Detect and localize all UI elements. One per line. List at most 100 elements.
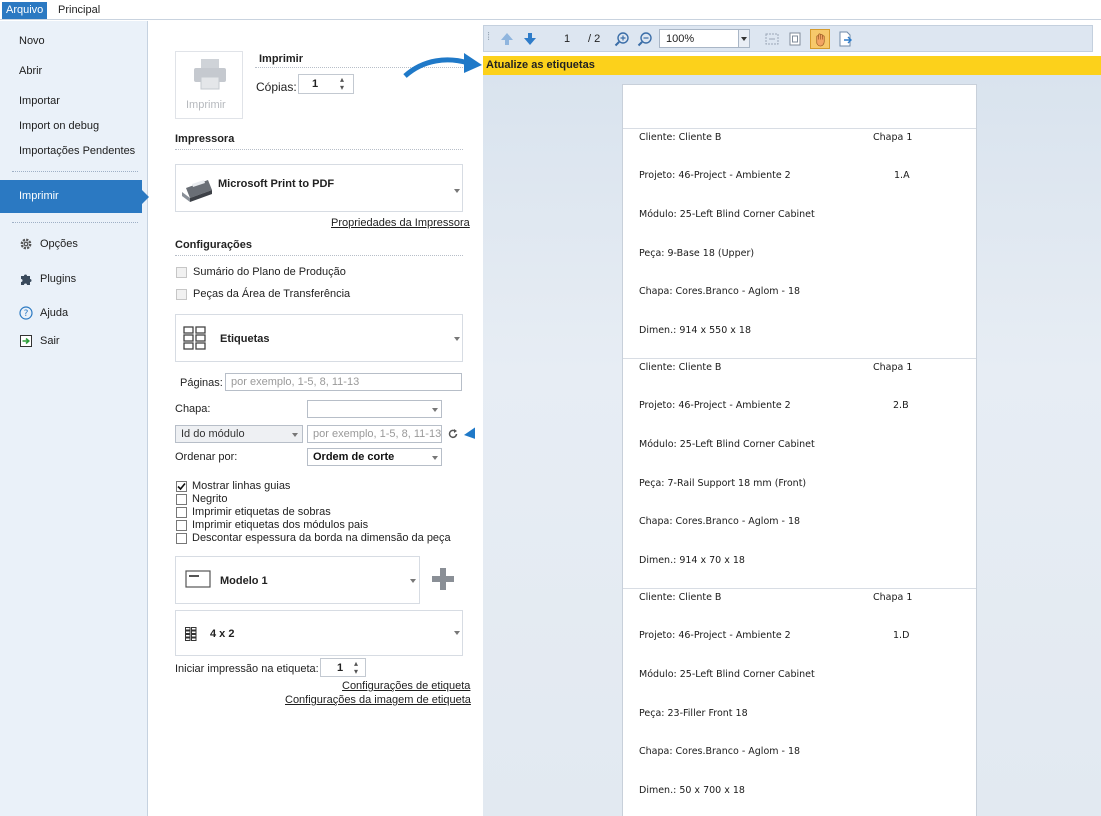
- update-labels-banner[interactable]: Atualize as etiquetas: [483, 56, 1101, 75]
- puzzle-icon: [21, 274, 32, 285]
- checkbox-edge-thickness-label: Descontar espessura da borda na dimensão…: [192, 532, 451, 544]
- checkbox-bold[interactable]: [176, 494, 187, 505]
- config-section-title: Configurações: [175, 239, 253, 251]
- start-label-value: 1: [337, 662, 344, 674]
- pages-input[interactable]: por exemplo, 1-5, 8, 11-13: [225, 373, 462, 391]
- divider: [175, 149, 463, 150]
- fit-page-icon[interactable]: [787, 31, 803, 47]
- label-sheet-number: Chapa 1: [873, 132, 913, 143]
- label-part: Peça: 9-Base 18 (Upper): [639, 248, 755, 259]
- fit-width-icon[interactable]: [764, 31, 780, 47]
- label-image-settings-link[interactable]: Configurações da imagem de etiqueta: [285, 694, 471, 706]
- checkbox-guide-lines-label: Mostrar linhas guias: [192, 480, 291, 492]
- printer-name: Microsoft Print to PDF: [218, 178, 335, 190]
- nav-item-novo[interactable]: Novo: [0, 29, 148, 53]
- nav-item-abrir[interactable]: Abrir: [0, 59, 148, 83]
- zoom-out-icon[interactable]: [637, 31, 653, 47]
- copies-stepper[interactable]: 1 ▴ ▾: [298, 74, 354, 94]
- chapa-label: Chapa:: [175, 403, 211, 415]
- nav-item-plugins[interactable]: Plugins: [0, 267, 148, 291]
- chevron-down-icon: [292, 433, 298, 437]
- checkbox-leftovers[interactable]: [176, 507, 187, 518]
- module-filter-value: Id do módulo: [181, 428, 245, 440]
- checkbox-parent-modules[interactable]: [176, 520, 187, 531]
- checkmark-icon: [177, 482, 186, 491]
- chapa-select[interactable]: [307, 400, 442, 418]
- label-module: Módulo: 25-Left Blind Corner Cabinet: [639, 439, 815, 450]
- checkbox-guide-lines[interactable]: [176, 481, 187, 492]
- order-select[interactable]: Ordem de corte: [307, 448, 442, 466]
- nav-item-imprimir[interactable]: Imprimir: [0, 180, 149, 213]
- hand-icon: [816, 33, 825, 47]
- label-sheet: Chapa: Cores.Branco - Aglom - 18: [639, 516, 801, 527]
- copies-label: Cópias:: [256, 80, 297, 94]
- chevron-down-icon: [454, 631, 460, 635]
- label-model-select[interactable]: Modelo 1: [175, 556, 420, 604]
- label-separator: [623, 128, 976, 129]
- nav-item-ajuda[interactable]: ? Ajuda: [0, 301, 148, 325]
- arrow-up-icon[interactable]: [499, 31, 515, 47]
- printer-select[interactable]: Microsoft Print to PDF: [175, 164, 463, 212]
- label-settings-link[interactable]: Configurações de etiqueta: [342, 680, 470, 692]
- checkbox-bold-label: Negrito: [192, 493, 228, 505]
- nav-item-sair[interactable]: Sair: [0, 329, 148, 353]
- print-button[interactable]: Imprimir: [175, 51, 243, 119]
- tab-arquivo[interactable]: Arquivo: [2, 2, 48, 19]
- checkbox-clipboard-parts[interactable]: [176, 289, 187, 300]
- print-button-label: Imprimir: [186, 99, 226, 111]
- chevron-down-icon: [410, 579, 416, 583]
- chevron-down-icon: [741, 37, 747, 41]
- nav-item-import-on-debug[interactable]: Import on debug: [0, 114, 148, 138]
- label-client: Cliente: Cliente B: [639, 592, 722, 603]
- hand-tool-button[interactable]: [810, 29, 830, 49]
- export-icon[interactable]: [837, 31, 853, 47]
- arrow-down-icon[interactable]: [522, 31, 538, 47]
- annotation-arrow-icon: [403, 53, 482, 78]
- printer-properties-link[interactable]: Propriedades da Impressora: [331, 217, 470, 229]
- nav-divider: [12, 222, 138, 223]
- tab-principal[interactable]: Principal: [54, 2, 104, 19]
- exit-icon: [20, 335, 32, 347]
- label-layout-select[interactable]: 4 x 2: [175, 610, 463, 656]
- zoom-in-icon[interactable]: [614, 31, 630, 47]
- checkbox-edge-thickness[interactable]: [176, 533, 187, 544]
- page-current[interactable]: 1: [564, 33, 570, 45]
- refresh-icon[interactable]: [447, 428, 459, 440]
- checkbox-summary[interactable]: [176, 267, 187, 278]
- module-filter-select[interactable]: Id do módulo: [175, 425, 303, 443]
- grid-layout-icon: [185, 627, 197, 641]
- zoom-dropdown-button[interactable]: [738, 29, 750, 48]
- label-project: Projeto: 46-Project - Ambiente 2: [639, 630, 791, 641]
- label-project: Projeto: 46-Project - Ambiente 2: [639, 400, 791, 411]
- label-template-icon: [185, 570, 211, 588]
- label-page: Cliente: Cliente B Chapa 1 Projeto: 46-P…: [622, 84, 977, 816]
- pages-label: Páginas:: [180, 377, 223, 389]
- label-client: Cliente: Cliente B: [639, 362, 722, 373]
- nav-item-label: Sair: [40, 335, 60, 347]
- ribbon-tabs: Arquivo Principal: [0, 0, 1101, 20]
- printer-device-icon: [182, 180, 212, 202]
- label-module: Módulo: 25-Left Blind Corner Cabinet: [639, 209, 815, 220]
- stepper-arrows-icon[interactable]: ▴ ▾: [340, 76, 344, 92]
- label-sheet: Chapa: Cores.Branco - Aglom - 18: [639, 746, 801, 757]
- print-settings-panel: Imprimir Imprimir Cópias: 1 ▴ ▾ Impressor…: [149, 21, 538, 816]
- help-icon: ?: [19, 306, 33, 320]
- label-separator: [623, 588, 976, 589]
- labels-grid-icon: [183, 326, 206, 350]
- add-model-icon[interactable]: [431, 567, 455, 591]
- printer-icon: [194, 59, 226, 90]
- printer-section-title: Impressora: [175, 133, 235, 145]
- stepper-arrows-icon[interactable]: ▴ ▾: [354, 660, 358, 676]
- nav-item-opcoes[interactable]: Opções: [0, 232, 148, 256]
- preview-canvas[interactable]: Cliente: Cliente B Chapa 1 Projeto: 46-P…: [483, 75, 1101, 816]
- module-filter-input[interactable]: por exemplo, 1-5, 8, 11-13: [307, 425, 442, 443]
- zoom-select[interactable]: 100%: [659, 29, 749, 48]
- page-total: / 2: [588, 33, 601, 45]
- report-type-select[interactable]: Etiquetas: [175, 314, 463, 362]
- nav-item-importar[interactable]: Importar: [0, 89, 148, 113]
- start-label-stepper[interactable]: 1 ▴ ▾: [320, 658, 366, 677]
- label-separator: [623, 358, 976, 359]
- divider: [175, 255, 463, 256]
- nav-item-importacoes-pendentes[interactable]: Importações Pendentes: [0, 139, 148, 163]
- label-sheet-number: Chapa 1: [873, 362, 913, 373]
